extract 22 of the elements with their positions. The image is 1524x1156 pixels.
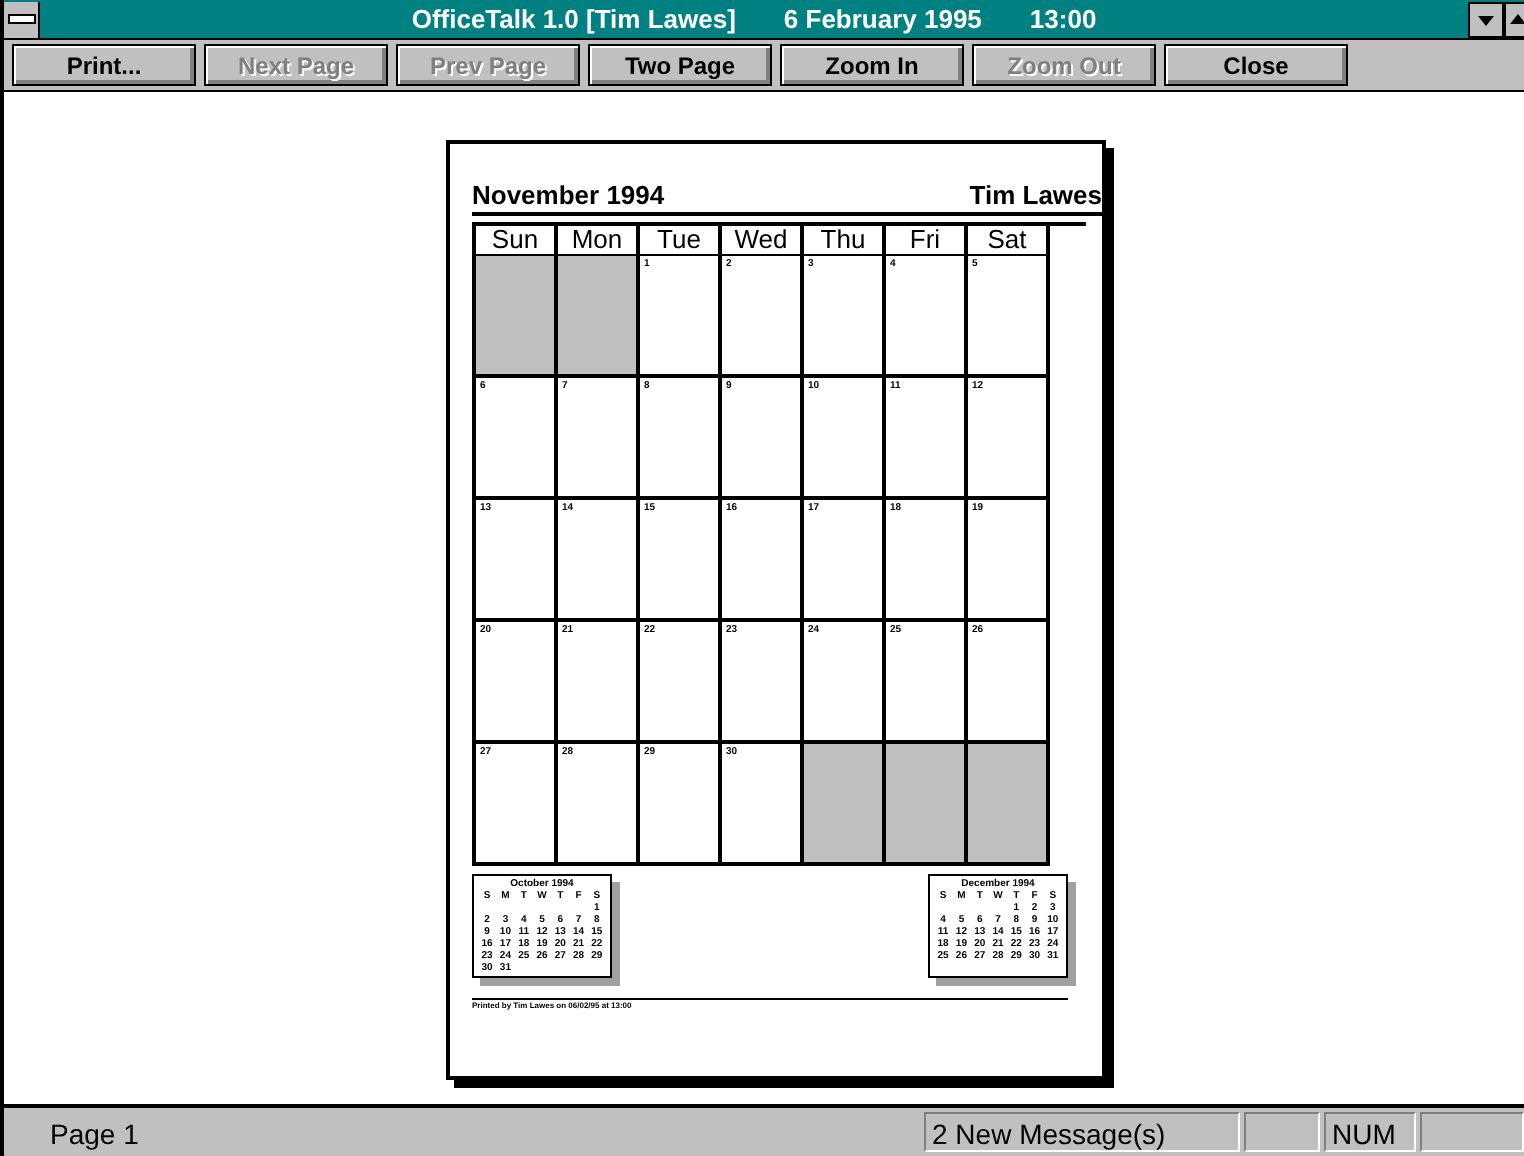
month-title: November 1994 xyxy=(472,180,665,210)
toolbar-button[interactable]: Two Page xyxy=(588,44,772,86)
minimize-icon[interactable] xyxy=(1468,1,1504,37)
toolbar-button[interactable]: Print... xyxy=(12,44,196,86)
status-num: NUM xyxy=(1324,1112,1416,1152)
toolbar-button[interactable]: Close xyxy=(1164,44,1348,86)
toolbar-button[interactable]: Zoom In xyxy=(780,44,964,86)
weekday-header: Fri xyxy=(886,226,968,256)
owner-name: Tim Lawes xyxy=(969,180,1102,210)
system-menu-icon[interactable] xyxy=(4,1,40,37)
weekday-header: Thu xyxy=(804,226,886,256)
status-panel xyxy=(1420,1112,1524,1152)
status-panel xyxy=(1244,1112,1320,1152)
weekday-header: Sat xyxy=(968,226,1050,256)
title-time: 13:00 xyxy=(1029,4,1097,34)
status-page: Page 1 xyxy=(48,1116,141,1152)
title-date: 6 February 1995 xyxy=(783,4,982,34)
window-title: OfficeTalk 1.0 [Tim Lawes] xyxy=(411,4,736,34)
maximize-icon[interactable] xyxy=(1504,1,1524,37)
weekday-header: Wed xyxy=(722,226,804,256)
weekday-header: Tue xyxy=(640,226,722,256)
status-messages: 2 New Message(s) xyxy=(924,1112,1240,1152)
